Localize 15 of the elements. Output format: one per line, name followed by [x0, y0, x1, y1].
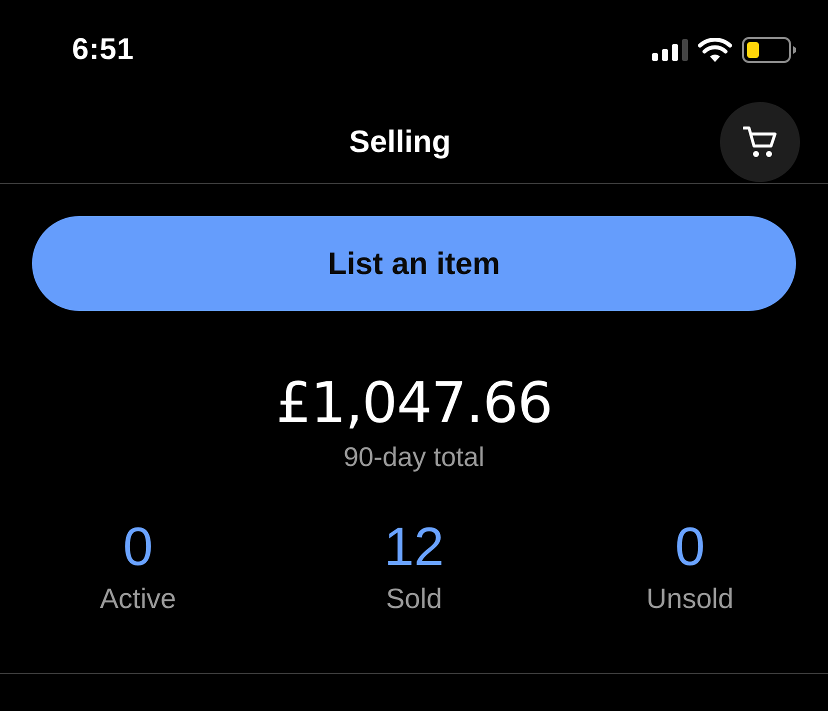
- total-caption: 90-day total: [343, 441, 485, 473]
- signal-icon: [652, 39, 688, 61]
- wifi-icon: [698, 38, 732, 62]
- stat-label[interactable]: Active: [100, 583, 176, 615]
- list-item-button[interactable]: List an item: [32, 216, 796, 311]
- stat-label[interactable]: Sold: [386, 583, 442, 615]
- page-title: Selling: [349, 124, 451, 160]
- cart-icon: [743, 126, 777, 158]
- status-time: 6:51: [72, 33, 134, 67]
- battery-icon: [742, 37, 796, 63]
- stat-count[interactable]: 12: [384, 517, 444, 577]
- stat-count[interactable]: 0: [674, 517, 706, 577]
- stat-label[interactable]: Unsold: [646, 583, 734, 615]
- stat-count[interactable]: 0: [122, 517, 154, 577]
- total-amount: £1,047.66: [276, 371, 552, 437]
